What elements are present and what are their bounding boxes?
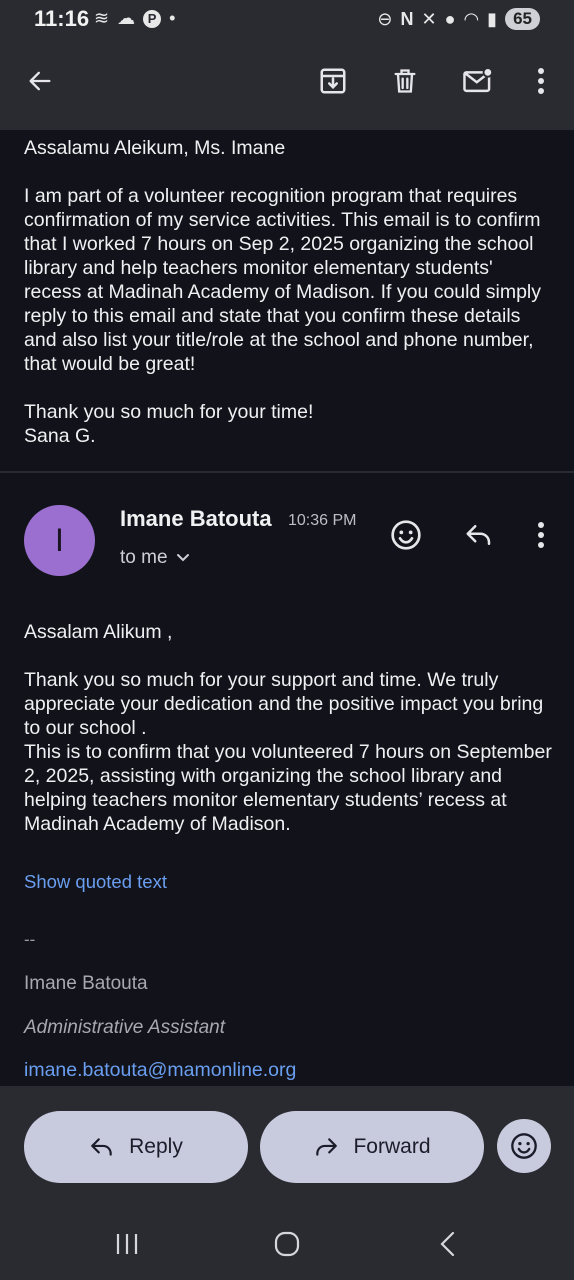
emoji-reaction-button[interactable] — [497, 1119, 551, 1173]
avatar[interactable]: I — [24, 505, 95, 576]
reply-label: Reply — [129, 1135, 183, 1158]
message-1-paragraph: I am part of a volunteer recognition pro… — [24, 185, 541, 375]
nfc-icon: N — [400, 8, 414, 29]
cell-signal-icon: ▮ — [487, 8, 498, 29]
dnd-icon: ⊖ — [377, 8, 393, 29]
arrow-left-icon — [29, 71, 51, 91]
signature-title: Administrative Assistant — [24, 1017, 225, 1038]
message-2-paragraph-2: This is to confirm that you volunteered … — [24, 741, 552, 835]
message-2-body: Assalam Alikum , Thank you so much for y… — [24, 620, 554, 836]
forward-label: Forward — [353, 1135, 431, 1158]
reply-icon — [466, 525, 491, 545]
back-button[interactable] — [18, 59, 62, 103]
home-button[interactable] — [265, 1222, 309, 1266]
status-time: 11:16 — [34, 6, 90, 31]
message-1-greeting: Assalamu Aleikum, Ms. Imane — [24, 137, 286, 159]
mark-unread-button[interactable] — [456, 59, 500, 103]
more-options-button[interactable] — [519, 59, 563, 103]
home-icon — [274, 1231, 300, 1257]
trash-icon — [394, 69, 416, 93]
recipient-details-toggle[interactable]: to me — [120, 547, 190, 569]
reply-button[interactable]: Reply — [24, 1111, 248, 1183]
message-2-greeting: Assalam Alikum , — [24, 621, 173, 643]
signature-email-link[interactable]: imane.batouta@mamonline.org — [24, 1059, 296, 1082]
more-vertical-icon — [538, 68, 544, 94]
show-quoted-text-link[interactable]: Show quoted text — [24, 871, 167, 893]
battery-indicator: 65 — [505, 8, 540, 30]
message-divider — [0, 471, 574, 473]
recipient-label: to me — [120, 547, 168, 568]
reply-icon-button[interactable] — [457, 513, 501, 557]
message-time: 10:36 PM — [288, 512, 357, 529]
react-emoji-button[interactable] — [384, 513, 428, 557]
forward-icon — [316, 1138, 338, 1156]
signal-lines-icon: ≋ — [94, 8, 110, 28]
delete-button[interactable] — [383, 59, 427, 103]
reply-icon — [91, 1138, 112, 1156]
wifi-icon: ◠ — [463, 8, 480, 29]
emoji-smile-icon — [391, 520, 421, 550]
mail-unread-icon — [463, 67, 494, 93]
more-vertical-icon — [538, 522, 544, 548]
status-icons-right: ⊖ N ✕ ● ◠ ▮ 65 — [377, 8, 540, 30]
system-back-button[interactable] — [426, 1222, 470, 1266]
sender-name: Imane Batouta — [120, 506, 272, 531]
recent-apps-button[interactable] — [105, 1222, 149, 1266]
chevron-down-icon — [176, 554, 189, 562]
archive-icon — [320, 68, 346, 94]
message-2-paragraph-1: Thank you so much for your support and t… — [24, 669, 544, 739]
emoji-smile-icon — [511, 1133, 537, 1159]
message-1-closing: Thank you so much for your time! — [24, 401, 314, 423]
chevron-left-icon — [440, 1231, 455, 1257]
message-more-button[interactable] — [519, 513, 563, 557]
signature-separator: -- — [24, 930, 36, 949]
archive-button[interactable] — [311, 59, 355, 103]
pinterest-icon: P — [143, 9, 162, 28]
signature-name: Imane Batouta — [24, 973, 148, 994]
dot-icon: • — [169, 8, 176, 28]
recent-apps-icon — [116, 1234, 138, 1254]
message-1-signature: Sana G. — [24, 425, 96, 447]
message-1-body: Assalamu Aleikum, Ms. Imane I am part of… — [24, 136, 554, 448]
mute-icon: ✕ — [421, 8, 437, 29]
forward-button[interactable]: Forward — [260, 1111, 484, 1183]
status-icons-left: ≋ ☁ P • — [94, 8, 175, 29]
cloud-icon: ☁ — [117, 8, 136, 28]
location-icon: ● — [444, 8, 456, 29]
